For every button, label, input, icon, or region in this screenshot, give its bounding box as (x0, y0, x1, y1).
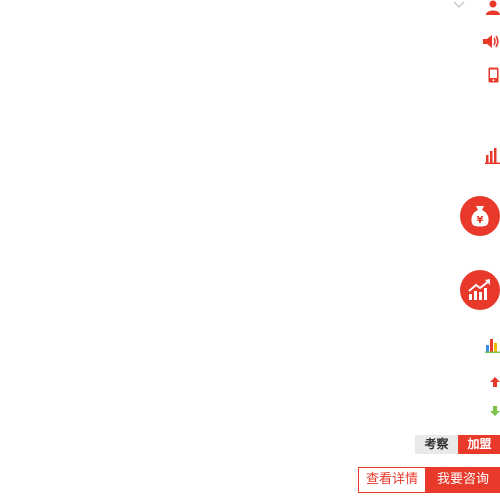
growth-chart-icon[interactable] (460, 270, 500, 310)
svg-text:¥: ¥ (477, 215, 484, 226)
view-details-button[interactable]: 查看详情 (358, 467, 426, 493)
arrow-up-icon[interactable] (490, 377, 500, 388)
money-bag-icon[interactable]: ¥ (460, 196, 500, 236)
user-icon[interactable] (486, 0, 500, 15)
chevron-down-icon[interactable] (452, 0, 466, 10)
phone-icon[interactable] (488, 67, 499, 83)
consult-button[interactable]: 我要咨询 (426, 467, 500, 493)
bar-chart-icon[interactable] (485, 147, 500, 164)
speaker-icon[interactable] (483, 34, 500, 49)
action-buttons: 查看详情 我要咨询 (358, 467, 500, 493)
join-tag[interactable]: 加盟 (458, 435, 500, 454)
arrow-down-icon[interactable] (490, 406, 500, 417)
colored-bar-chart-icon[interactable] (485, 337, 500, 353)
inspect-tag[interactable]: 考察 (415, 435, 458, 454)
tag-group: 考察 加盟 (415, 435, 500, 454)
